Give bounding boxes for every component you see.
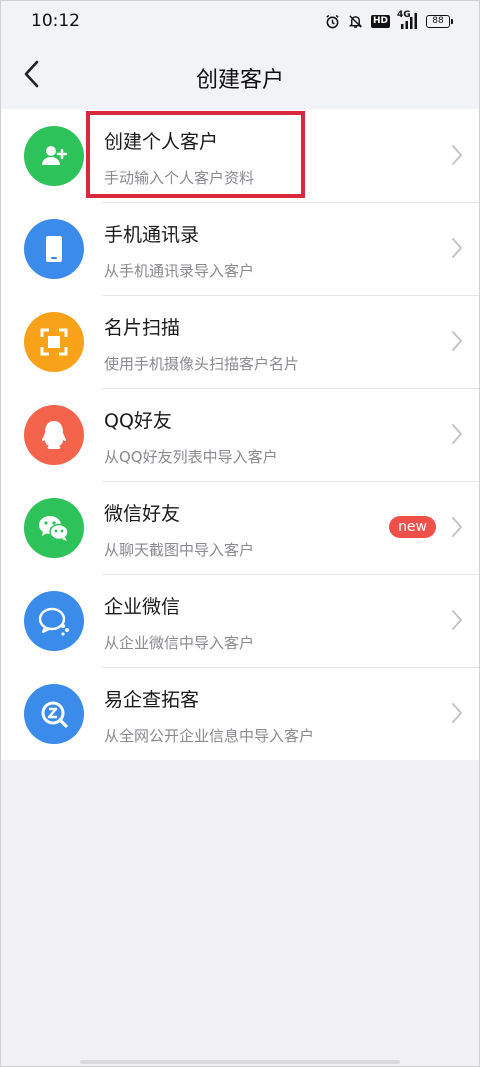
list-item-wechat-friends[interactable]: 微信好友 从聊天截图中导入客户 new <box>0 481 480 574</box>
chevron-right-icon <box>452 517 462 537</box>
add-person-icon <box>24 126 84 186</box>
alarm-icon <box>325 13 341 29</box>
wecom-icon <box>24 591 84 651</box>
new-badge: new <box>389 516 436 538</box>
item-subtitle: 从聊天截图中导入客户 <box>104 541 255 559</box>
hd-badge: HD <box>370 14 390 28</box>
list-item-qq-friends[interactable]: QQ好友 从QQ好友列表中导入客户 <box>0 388 480 481</box>
item-subtitle: 使用手机摄像头扫描客户名片 <box>104 355 300 373</box>
chevron-right-icon <box>452 145 462 165</box>
item-title: 微信好友 <box>104 503 181 525</box>
item-subtitle: 手动输入个人客户资料 <box>104 169 255 187</box>
network-label: 4G <box>397 10 411 20</box>
list-item-card-scan[interactable]: 名片扫描 使用手机摄像头扫描客户名片 <box>0 295 480 388</box>
chevron-right-icon <box>452 610 462 630</box>
item-subtitle: 从QQ好友列表中导入客户 <box>104 448 278 466</box>
mute-bell-icon <box>348 13 364 29</box>
item-title: 名片扫描 <box>104 317 181 339</box>
import-options-list: 创建个人客户 手动输入个人客户资料 手机通讯录 从手机通讯录导入客户 名片扫描 … <box>0 109 480 760</box>
list-item-create-personal-customer[interactable]: 创建个人客户 手动输入个人客户资料 <box>0 109 480 202</box>
qq-icon <box>24 405 84 465</box>
list-item-phone-contacts[interactable]: 手机通讯录 从手机通讯录导入客户 <box>0 202 480 295</box>
signal-icon: 4G <box>397 10 419 29</box>
home-indicator <box>80 1060 400 1064</box>
scan-icon <box>24 312 84 372</box>
status-time: 10:12 <box>31 11 80 31</box>
phone-icon <box>24 219 84 279</box>
list-item-wecom[interactable]: 企业微信 从企业微信中导入客户 <box>0 574 480 667</box>
item-title: 企业微信 <box>104 596 181 618</box>
item-title: 手机通讯录 <box>104 224 200 246</box>
chevron-right-icon <box>452 703 462 723</box>
search-company-icon <box>24 684 84 744</box>
list-item-company-search[interactable]: 易企查拓客 从全网公开企业信息中导入客户 <box>0 667 480 760</box>
battery-indicator: 88 <box>426 14 453 28</box>
item-subtitle: 从手机通讯录导入客户 <box>104 262 255 280</box>
item-subtitle: 从企业微信中导入客户 <box>104 634 255 652</box>
status-icons: HD 4G 88 <box>325 10 453 30</box>
chevron-right-icon <box>452 424 462 444</box>
item-subtitle: 从全网公开企业信息中导入客户 <box>104 727 315 745</box>
status-bar: 10:12 HD 4G 88 <box>0 0 480 42</box>
nav-bar: 创建客户 <box>0 42 480 108</box>
chevron-right-icon <box>452 331 462 351</box>
item-title: 创建个人客户 <box>104 131 219 153</box>
item-title: 易企查拓客 <box>104 689 200 711</box>
page-title: 创建客户 <box>195 68 284 93</box>
chevron-right-icon <box>452 238 462 258</box>
item-title: QQ好友 <box>104 410 172 432</box>
wechat-icon <box>24 498 84 558</box>
